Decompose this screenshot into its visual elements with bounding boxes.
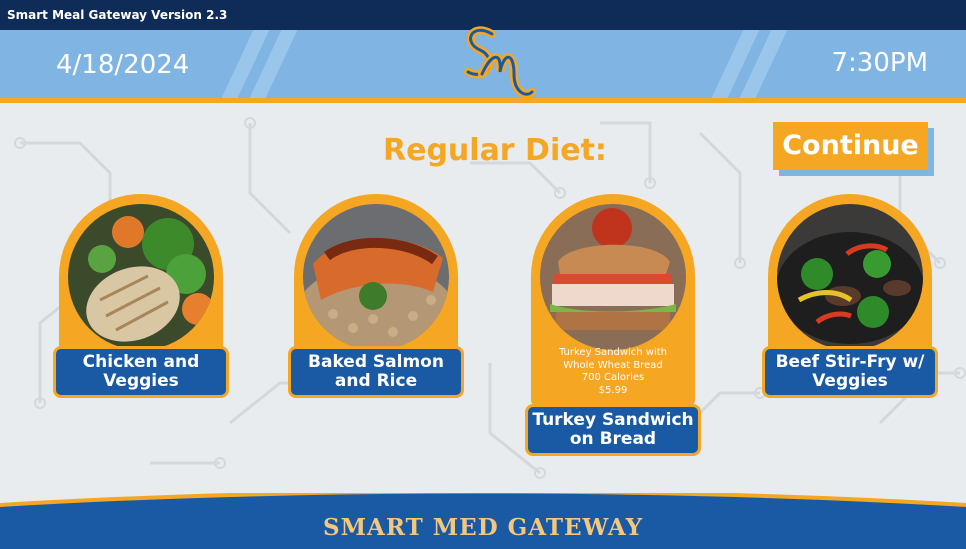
app-frame: Smart Meal Gateway Version 2.3 4/18/2024… (0, 0, 966, 549)
meal-name-line: Turkey Sandwich (532, 410, 694, 430)
meal-label: Beef Stir-Fry w/Veggies (762, 346, 938, 398)
sm-logo-icon (464, 26, 536, 99)
meal-name-line: Baked Salmon (308, 352, 444, 372)
meal-price: $5.99 (598, 384, 628, 396)
diet-title: Regular Diet: (383, 133, 607, 168)
meal-calories: 700 Calories (581, 372, 645, 383)
meal-card-baked-salmon[interactable]: Baked Salmon and Rice (288, 194, 464, 419)
meal-card-turkey-sandwich[interactable]: Turkey Sandwich with Whole Wheat Bread 7… (525, 194, 701, 456)
meal-label: Chicken and Veggies (53, 346, 229, 398)
chicken-veggies-image (68, 204, 214, 350)
meal-name-line: Veggies (103, 371, 179, 391)
meal-name-line: Veggies (812, 371, 888, 391)
meal-label: Baked Salmon and Rice (288, 346, 464, 398)
meal-description: Turkey Sandwich with (558, 347, 668, 358)
meal-card-beef-stir-fry[interactable]: Beef Stir-Fry w/Veggies (762, 194, 938, 419)
footer-title: SMART MED GATEWAY (322, 514, 644, 541)
time-display: 7:30PM (831, 48, 929, 78)
beef-stir-fry-image (777, 204, 923, 350)
turkey-sandwich-image (540, 204, 686, 350)
meal-name-line: and Rice (334, 371, 418, 391)
continue-button[interactable]: Continue (773, 122, 928, 170)
meal-name-line: on Bread (569, 429, 657, 449)
meal-name-line: Beef Stir-Fry w/ (775, 352, 925, 372)
date-display: 4/18/2024 (56, 50, 190, 80)
salmon-rice-image (303, 204, 449, 350)
meal-name-line: Chicken and (82, 352, 200, 372)
meal-details: Turkey Sandwich with Whole Wheat Bread 7… (531, 347, 695, 397)
meal-label: Turkey Sandwich on Bread (525, 404, 701, 456)
meal-description: Whole Wheat Bread (563, 359, 663, 371)
meal-card-chicken-veggies[interactable]: Chicken and Veggies (53, 194, 229, 419)
